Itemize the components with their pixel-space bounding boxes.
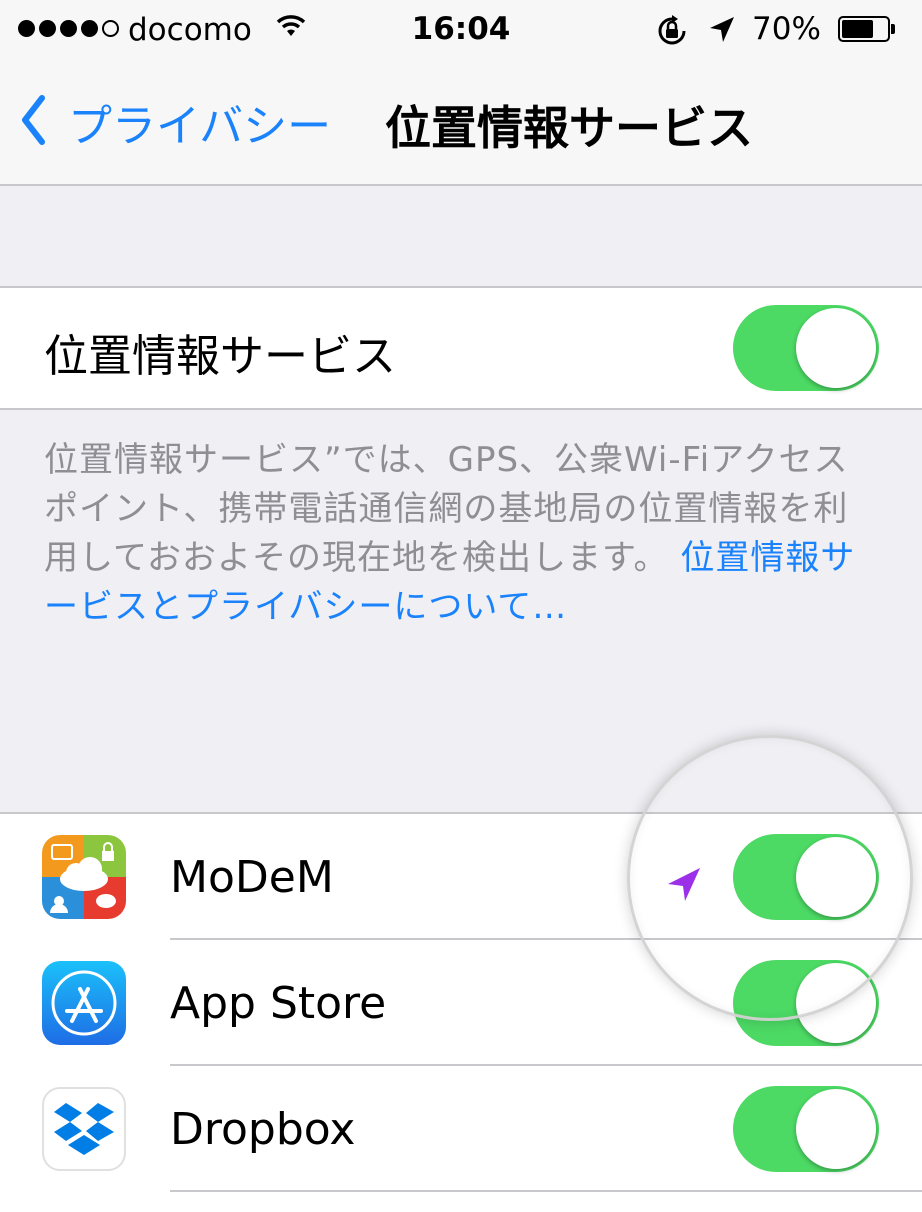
page-title: 位置情報サービス bbox=[385, 101, 753, 155]
list-item-modem: MoDeM bbox=[0, 814, 922, 940]
location-services-description: 位置情報サービス”では、GPS、公衆Wi-Fiアクセスポイント、携帯電話通信網の… bbox=[44, 436, 864, 632]
app-list: MoDeM App Store Dropbox bbox=[0, 812, 922, 1212]
battery-percentage: 70% bbox=[752, 11, 821, 47]
rotation-lock-icon bbox=[655, 14, 689, 52]
toggle-knob bbox=[796, 1089, 876, 1169]
modem-app-icon bbox=[42, 835, 126, 919]
location-services-toggle[interactable] bbox=[733, 305, 879, 391]
location-in-use-icon bbox=[664, 864, 704, 908]
back-button[interactable]: プライバシー bbox=[20, 90, 331, 154]
toggle-knob bbox=[796, 837, 876, 917]
location-services-group: 位置情報サービス bbox=[0, 286, 922, 410]
location-services-label: 位置情報サービス bbox=[44, 331, 396, 382]
app-name: App Store bbox=[170, 978, 387, 1029]
location-arrow-icon bbox=[708, 15, 736, 49]
list-item-dropbox: Dropbox bbox=[0, 1066, 922, 1192]
app-store-icon bbox=[42, 961, 126, 1045]
dropbox-icon bbox=[42, 1087, 126, 1171]
back-button-label: プライバシー bbox=[68, 101, 332, 152]
toggle-knob bbox=[796, 963, 876, 1043]
navigation-bar: プライバシー 位置情報サービス bbox=[0, 62, 922, 186]
toggle-knob bbox=[796, 308, 876, 388]
row-divider bbox=[170, 1190, 922, 1192]
app-store-location-toggle[interactable] bbox=[733, 960, 879, 1046]
status-bar: docomo 16:04 70% bbox=[0, 0, 922, 62]
chevron-left-icon bbox=[20, 94, 46, 150]
dropbox-location-toggle[interactable] bbox=[733, 1086, 879, 1172]
battery-icon bbox=[838, 16, 896, 44]
modem-location-toggle[interactable] bbox=[733, 834, 879, 920]
app-name: MoDeM bbox=[170, 852, 334, 903]
list-item-app-store: App Store bbox=[0, 940, 922, 1066]
app-name: Dropbox bbox=[170, 1104, 356, 1155]
